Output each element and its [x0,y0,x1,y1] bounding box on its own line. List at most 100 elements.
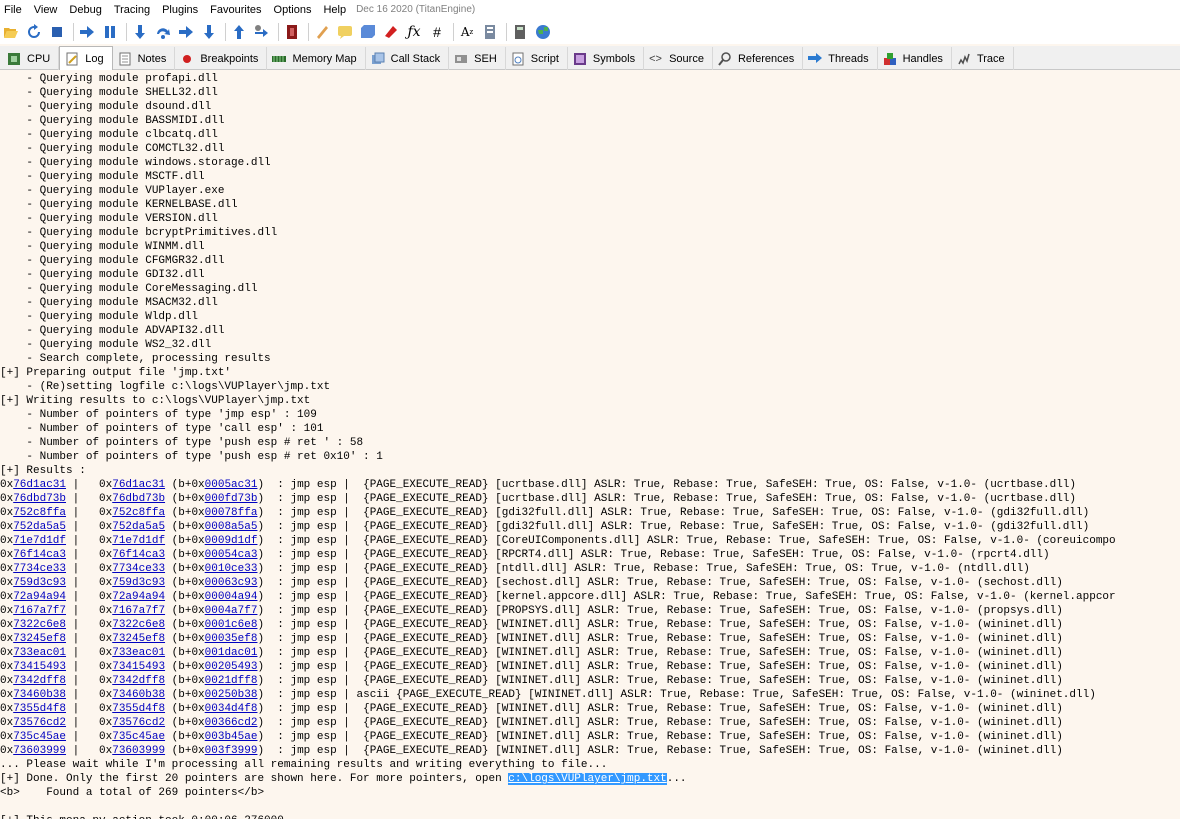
label-icon[interactable] [359,23,377,41]
offset-link[interactable]: 00035ef8 [205,633,258,645]
address-link[interactable]: 76d1ac31 [13,479,66,491]
menu-plugins[interactable]: Plugins [156,0,204,20]
address-link[interactable]: 733eac01 [13,647,66,659]
offset-link[interactable]: 0009d1df [205,535,258,547]
step-into-icon[interactable] [131,23,149,41]
address-link[interactable]: 76f14ca3 [112,549,165,561]
address-link[interactable]: 733eac01 [112,647,165,659]
address-link[interactable]: 72a94a94 [112,591,165,603]
address-link[interactable]: 7167a7f7 [112,605,165,617]
offset-link[interactable]: 001dac01 [205,647,258,659]
address-link[interactable]: 735c45ae [112,731,165,743]
menu-favourites[interactable]: Favourites [204,0,267,20]
execute-till-return-icon[interactable] [230,23,248,41]
font-icon[interactable]: Az [458,23,476,41]
trace-over-icon[interactable] [200,23,218,41]
open-icon[interactable] [2,23,20,41]
address-link[interactable]: 71e7d1df [112,535,165,547]
address-link[interactable]: 73245ef8 [13,633,66,645]
function-icon[interactable]: ƒx [405,23,423,41]
menu-view[interactable]: View [28,0,64,20]
scylla-icon[interactable] [283,23,301,41]
tab-threads[interactable]: Threads [803,47,878,70]
tab-breakpoints[interactable]: Breakpoints [175,47,268,70]
address-link[interactable]: 73415493 [13,661,66,673]
offset-link[interactable]: 00078ffa [205,507,258,519]
address-link[interactable]: 759d3c93 [112,577,165,589]
offset-link[interactable]: 00250b38 [205,689,258,701]
menu-options[interactable]: Options [268,0,318,20]
step-over-icon[interactable] [154,23,172,41]
address-link[interactable]: 76f14ca3 [13,549,66,561]
tab-seh[interactable]: SEH [449,47,506,70]
tab-log[interactable]: Log [59,46,113,70]
tab-symbols[interactable]: Symbols [568,47,645,70]
address-link[interactable]: 7322c6e8 [13,619,66,631]
address-link[interactable]: 72a94a94 [13,591,66,603]
globe-icon[interactable] [534,23,552,41]
menu-file[interactable]: File [0,0,28,20]
address-link[interactable]: 7322c6e8 [112,619,165,631]
offset-link[interactable]: 000fd73b [205,493,258,505]
address-link[interactable]: 73460b38 [13,689,66,701]
tab-call-stack[interactable]: Call Stack [366,47,450,70]
tab-cpu[interactable]: CPU [2,47,60,70]
offset-link[interactable]: 00366cd2 [205,717,258,729]
tab-handles[interactable]: Handles [878,47,952,70]
offset-link[interactable]: 003b45ae [205,731,258,743]
menu-debug[interactable]: Debug [63,0,107,20]
strings-icon[interactable] [481,23,499,41]
address-link[interactable]: 73603999 [13,745,66,757]
offset-link[interactable]: 00205493 [205,661,258,673]
tab-trace[interactable]: Trace [952,47,1014,70]
address-link[interactable]: 7355d4f8 [112,703,165,715]
offset-link[interactable]: 0005ac31 [205,479,258,491]
offset-link[interactable]: 0008a5a5 [205,521,258,533]
offset-link[interactable]: 0034d4f8 [205,703,258,715]
bookmark-icon[interactable] [382,23,400,41]
tab-references[interactable]: References [713,47,804,70]
offset-link[interactable]: 0004a7f7 [205,605,258,617]
address-link[interactable]: 752da5a5 [13,521,66,533]
calculator-icon[interactable] [511,23,529,41]
address-link[interactable]: 7734ce33 [13,563,66,575]
address-link[interactable]: 73603999 [112,745,165,757]
run-to-user-code-icon[interactable] [253,23,271,41]
hash-icon[interactable]: # [428,23,446,41]
stop-icon[interactable] [48,23,66,41]
tab-memory-map[interactable]: Memory Map [267,47,366,70]
address-link[interactable]: 73460b38 [112,689,165,701]
address-link[interactable]: 71e7d1df [13,535,66,547]
offset-link[interactable]: 00004a94 [205,591,258,603]
log-view[interactable]: - Querying module profapi.dll - Querying… [0,71,1180,819]
tab-source[interactable]: <> Source [644,47,713,70]
menu-help[interactable]: Help [317,0,352,20]
address-link[interactable]: 73245ef8 [112,633,165,645]
comment-icon[interactable] [336,23,354,41]
address-link[interactable]: 73576cd2 [13,717,66,729]
offset-link[interactable]: 0001c6e8 [205,619,258,631]
logfile-link[interactable]: c:\logs\VUPlayer\jmp.txt [508,773,667,785]
run-icon[interactable] [78,23,96,41]
address-link[interactable]: 7342dff8 [13,675,66,687]
menu-tracing[interactable]: Tracing [108,0,156,20]
offset-link[interactable]: 0021dff8 [205,675,258,687]
restart-icon[interactable] [25,23,43,41]
trace-into-icon[interactable] [177,23,195,41]
offset-link[interactable]: 0010ce33 [205,563,258,575]
address-link[interactable]: 7167a7f7 [13,605,66,617]
address-link[interactable]: 752c8ffa [13,507,66,519]
address-link[interactable]: 735c45ae [13,731,66,743]
pause-icon[interactable] [101,23,119,41]
address-link[interactable]: 759d3c93 [13,577,66,589]
tab-script[interactable]: Script [506,47,568,70]
address-link[interactable]: 7355d4f8 [13,703,66,715]
address-link[interactable]: 76d1ac31 [112,479,165,491]
address-link[interactable]: 7342dff8 [112,675,165,687]
offset-link[interactable]: 00063c93 [205,577,258,589]
address-link[interactable]: 7734ce33 [112,563,165,575]
offset-link[interactable]: 00054ca3 [205,549,258,561]
address-link[interactable]: 73415493 [112,661,165,673]
offset-link[interactable]: 003f3999 [205,745,258,757]
tab-notes[interactable]: Notes [113,47,176,70]
